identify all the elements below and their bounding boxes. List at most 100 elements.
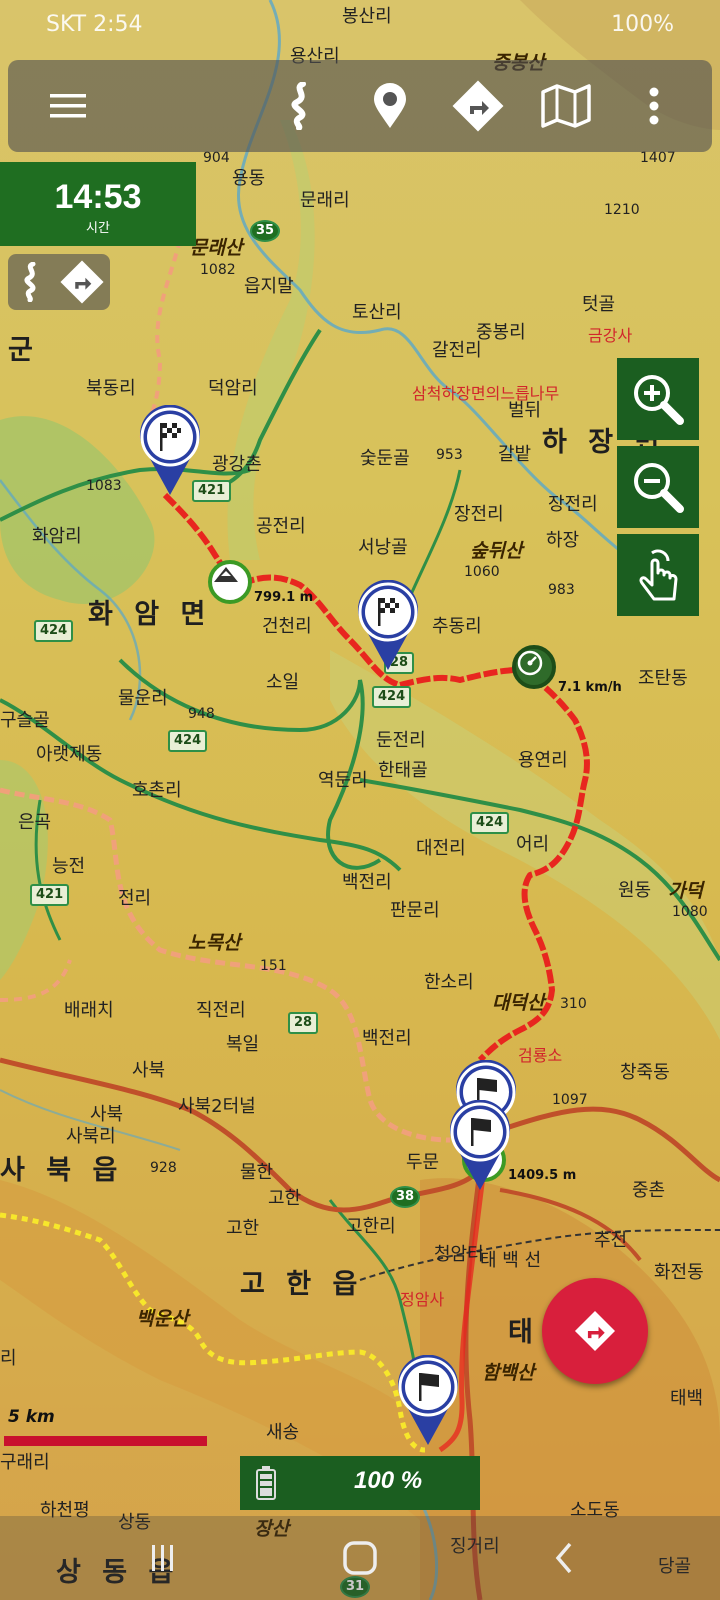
- zoom-in-button[interactable]: [617, 358, 699, 440]
- more-vertical-icon[interactable]: [614, 60, 694, 152]
- finish-flag-pin-icon[interactable]: [356, 580, 420, 670]
- peak-waypoint-icon[interactable]: [208, 560, 252, 604]
- place-label: 310: [560, 996, 587, 1012]
- place-label: 고한: [226, 1218, 260, 1239]
- battery-icon: [256, 1466, 276, 1500]
- route-icon[interactable]: [260, 60, 340, 152]
- system-nav-bar: [0, 1516, 720, 1600]
- place-label: 화 암 면: [88, 599, 212, 630]
- place-label: 새송: [266, 1422, 300, 1443]
- place-label: 1407: [640, 150, 676, 166]
- time-label: 시간: [86, 221, 110, 236]
- place-label: 리: [0, 1348, 17, 1369]
- battery-widget[interactable]: 100 %: [240, 1456, 480, 1510]
- summit-elevation-label: 1409.5 m: [508, 1168, 577, 1183]
- place-label: 고한리: [346, 1216, 396, 1237]
- status-bar: SKT 2:54 100%: [0, 0, 720, 52]
- back-icon[interactable]: [534, 1532, 594, 1584]
- place-label: 904: [203, 150, 230, 166]
- place-label: 구슬골: [0, 710, 50, 731]
- carrier-time: SKT 2:54: [46, 12, 143, 37]
- place-label: 화전동: [654, 1262, 704, 1283]
- place-label: 용동: [232, 168, 266, 189]
- place-label: 물한: [240, 1162, 274, 1183]
- home-icon[interactable]: [330, 1532, 390, 1584]
- place-label: 고 한 읍: [240, 1269, 364, 1300]
- place-label: 원동: [618, 880, 652, 901]
- place-label: 문래리: [300, 190, 350, 211]
- place-label: 대전리: [416, 838, 466, 859]
- route-shield: 28: [288, 1012, 319, 1034]
- mini-toolbar: [8, 254, 110, 310]
- place-label: 정암사: [400, 1290, 445, 1309]
- route-shield: 424: [34, 620, 74, 642]
- place-label: 텃골: [582, 294, 616, 315]
- route-shield: 424: [372, 686, 412, 708]
- place-label: 중촌: [632, 1180, 666, 1201]
- place-label: 광강촌: [212, 454, 262, 475]
- place-label: 태백: [670, 1388, 704, 1409]
- place-label: 토산리: [352, 302, 402, 323]
- place-label: 복일: [226, 1034, 260, 1055]
- place-label: 용연리: [518, 750, 568, 771]
- place-label: 노목산: [188, 932, 241, 954]
- place-label: 가덕: [668, 880, 703, 902]
- place-label: 호촌리: [132, 780, 182, 801]
- scale-bar: [4, 1436, 207, 1446]
- place-label: 대덕산: [492, 992, 545, 1014]
- place-label: 1097: [552, 1092, 588, 1108]
- place-label: 한태골: [378, 760, 428, 781]
- place-label: 군: [8, 335, 39, 366]
- place-label: 1060: [464, 564, 500, 580]
- route-icon[interactable]: [20, 261, 42, 306]
- flag-pin-icon[interactable]: [448, 1100, 512, 1190]
- place-label: 건천리: [262, 616, 312, 637]
- place-label: 중봉리: [476, 322, 526, 343]
- place-label: 전리: [118, 888, 152, 909]
- route-shield: 35: [250, 220, 281, 242]
- place-label: 백전리: [342, 872, 392, 893]
- place-label: 둔전리: [376, 730, 426, 751]
- zoom-in-icon: [634, 375, 684, 425]
- place-label: 한소리: [424, 972, 474, 993]
- place-label: 갈전리: [432, 340, 482, 361]
- place-label: 어리: [516, 834, 550, 855]
- place-label: 사북2터널: [178, 1096, 256, 1117]
- place-label: 청암터: [434, 1244, 484, 1265]
- place-label: 장전리: [548, 494, 598, 515]
- place-label: 덕암리: [208, 378, 258, 399]
- place-label: 928: [150, 1160, 177, 1176]
- place-label: 하장: [546, 530, 580, 551]
- place-label: 두문: [406, 1152, 440, 1173]
- place-label: 태 백 선: [480, 1250, 542, 1271]
- finish-flag-pin-icon[interactable]: [138, 405, 202, 495]
- turn-right-icon[interactable]: [60, 260, 104, 308]
- place-label: 물운리: [118, 688, 168, 709]
- place-label: 태: [508, 1317, 539, 1348]
- speed-label: 7.1 km/h: [558, 680, 622, 695]
- menu-icon[interactable]: [28, 60, 108, 152]
- navigate-fab-button[interactable]: [542, 1278, 648, 1384]
- place-label: 1210: [604, 202, 640, 218]
- touch-mode-button[interactable]: [617, 534, 699, 616]
- place-label: 금강사: [588, 326, 633, 345]
- recents-icon[interactable]: [132, 1532, 192, 1584]
- place-label: 배래치: [64, 1000, 114, 1021]
- place-label: 사북: [132, 1060, 166, 1081]
- route-shield: 421: [30, 884, 70, 906]
- speed-waypoint-icon[interactable]: [512, 645, 556, 689]
- map-icon[interactable]: [526, 60, 606, 152]
- time-widget[interactable]: 14:53 시간: [0, 162, 196, 246]
- place-label: 북동리: [86, 378, 136, 399]
- place-label: 문래산: [190, 237, 243, 259]
- zoom-out-button[interactable]: [617, 446, 699, 528]
- place-label: 숯둔골: [360, 448, 410, 469]
- battery-value: 100 %: [354, 1467, 423, 1494]
- place-label: 백운산: [136, 1308, 189, 1330]
- flag-pin-icon[interactable]: [396, 1355, 460, 1445]
- location-pin-icon[interactable]: [350, 60, 430, 152]
- turn-right-icon[interactable]: [438, 60, 518, 152]
- place-label: 1083: [86, 478, 122, 494]
- route-shield: 38: [390, 1186, 421, 1208]
- place-label: 직전리: [196, 1000, 246, 1021]
